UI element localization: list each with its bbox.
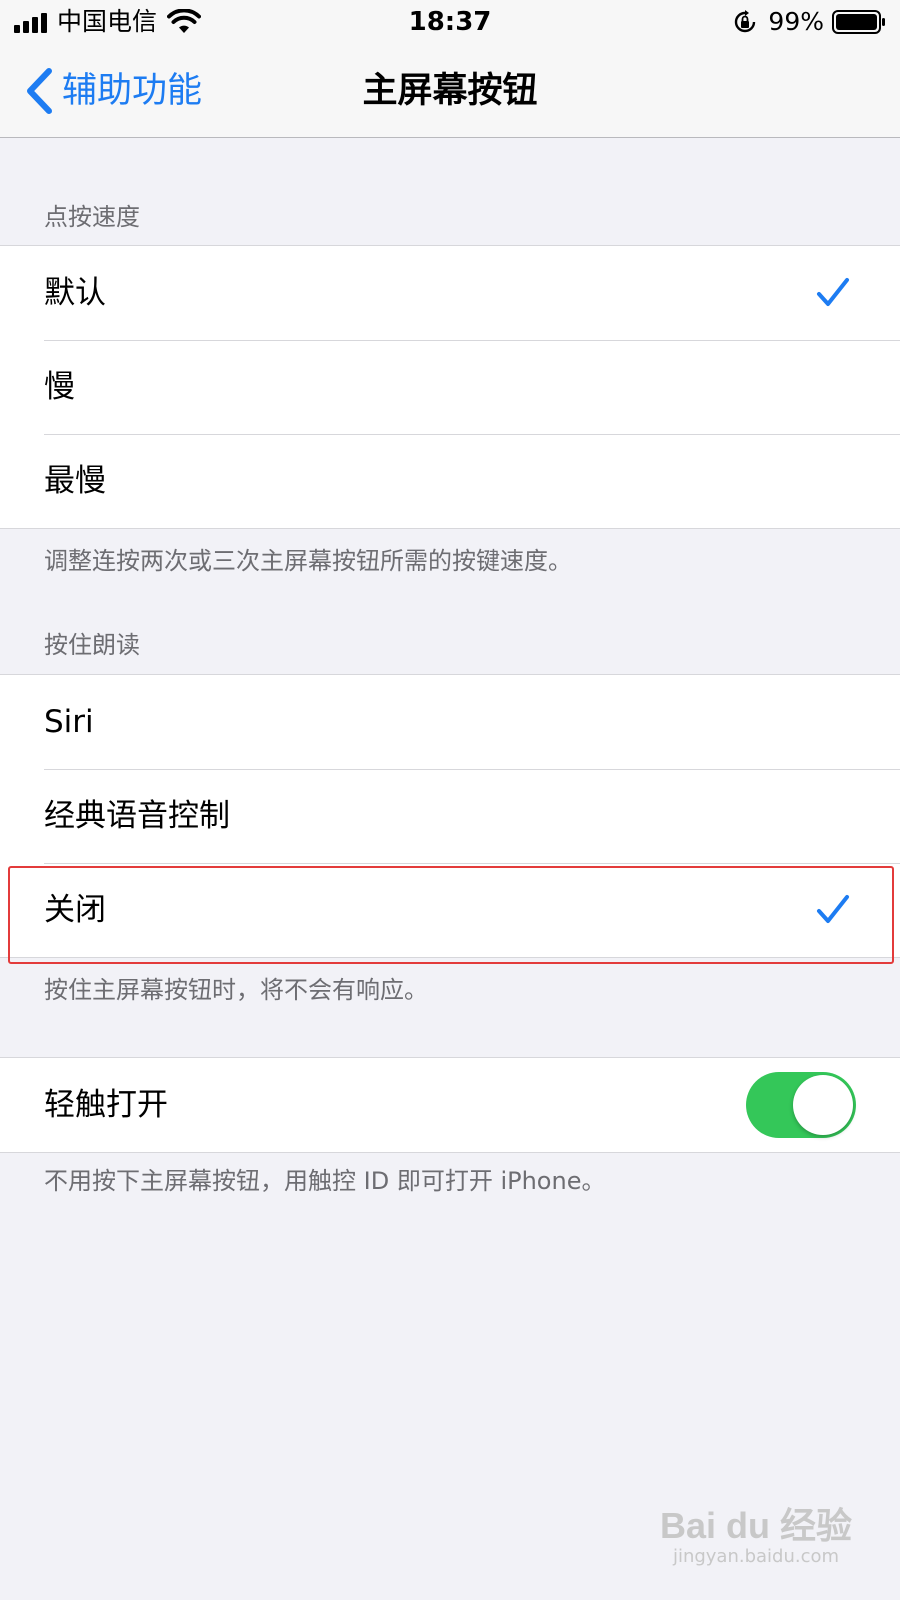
status-bar: 中国电信 18:37 99%: [0, 0, 900, 44]
orientation-lock-icon: [735, 10, 756, 33]
option-siri[interactable]: Siri: [0, 675, 900, 769]
navigation-bar: 辅助功能 主屏幕按钮: [0, 44, 900, 138]
click-speed-footer: 调整连按两次或三次主屏幕按钮所需的按键速度。: [44, 547, 572, 575]
option-classic-voice-control[interactable]: 经典语音控制: [0, 769, 900, 863]
click-speed-group: 默认 慢 最慢: [0, 245, 900, 529]
option-label: 关闭: [44, 892, 106, 928]
page-title: 主屏幕按钮: [362, 71, 538, 111]
option-label: 经典语音控制: [44, 798, 230, 834]
baidu-watermark: Bai du 经验 jingyan.baidu.com: [660, 1506, 852, 1568]
option-label: 最慢: [44, 463, 106, 499]
checkmark-icon: [817, 895, 849, 923]
option-slow[interactable]: 慢: [0, 340, 900, 434]
watermark-logo: Bai du 经验: [659, 1505, 852, 1546]
rest-finger-group: 轻触打开: [0, 1057, 900, 1153]
status-right: 99%: [732, 8, 886, 36]
rest-finger-row: 轻触打开: [0, 1058, 900, 1152]
battery-icon: [832, 10, 885, 34]
rest-finger-toggle[interactable]: [746, 1072, 856, 1138]
press-hold-group: Siri 经典语音控制 关闭: [0, 674, 900, 958]
rest-finger-label: 轻触打开: [44, 1087, 168, 1123]
option-label: Siri: [44, 704, 94, 740]
press-hold-header: 按住朗读: [44, 631, 140, 659]
option-default[interactable]: 默认: [0, 246, 900, 340]
checkmark-icon: [817, 278, 849, 306]
press-hold-footer: 按住主屏幕按钮时，将不会有响应。: [44, 976, 428, 1004]
click-speed-header: 点按速度: [44, 203, 140, 231]
option-off[interactable]: 关闭: [0, 863, 900, 957]
rest-finger-footer: 不用按下主屏幕按钮，用触控 ID 即可打开 iPhone。: [44, 1167, 606, 1195]
toggle-knob: [793, 1075, 853, 1135]
watermark-url: jingyan.baidu.com: [672, 1546, 840, 1567]
battery-percent: 99%: [768, 7, 824, 36]
option-label: 默认: [44, 275, 106, 311]
option-label: 慢: [44, 369, 75, 405]
option-slowest[interactable]: 最慢: [0, 434, 900, 528]
